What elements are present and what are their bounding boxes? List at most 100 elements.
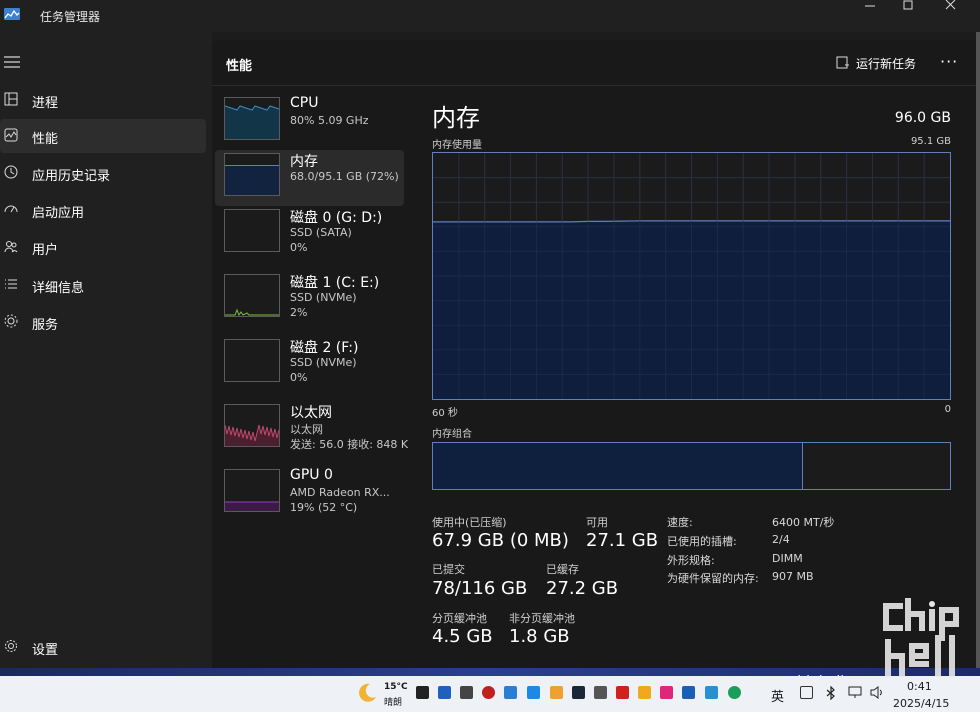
tray-shield-icon[interactable]: [638, 686, 651, 699]
device-name: 磁盘 2 (F:): [290, 340, 359, 356]
input-language[interactable]: 英: [771, 686, 784, 705]
tray-app-icon[interactable]: [682, 686, 695, 699]
form-factor-label: 外形规格:: [667, 554, 715, 567]
minimize-button[interactable]: [850, 0, 890, 12]
device-thumbnail: [224, 97, 280, 140]
device-sub2: 0%: [290, 371, 308, 384]
device-item[interactable]: 磁盘 0 (G: D:) SSD (SATA) 0%: [215, 206, 404, 262]
chart-time-left: 60 秒: [432, 408, 458, 419]
device-sub1: SSD (NVMe): [290, 356, 357, 369]
tray-app-icon[interactable]: [460, 686, 473, 699]
ime-grid-icon[interactable]: [800, 686, 813, 699]
nonpaged-pool-value: 1.8 GB: [509, 626, 570, 647]
tray-app-icon[interactable]: [527, 686, 540, 699]
device-name: CPU: [290, 95, 319, 111]
detail-title: 内存: [432, 104, 480, 132]
weather-temp: 15°C: [384, 682, 408, 692]
sidebar-item-label: 服务: [32, 318, 59, 333]
device-item[interactable]: GPU 0 AMD Radeon RX... 19% (52 °C): [215, 466, 404, 522]
available-label: 可用: [586, 516, 608, 529]
device-name: 内存: [290, 154, 318, 170]
window-title: 任务管理器: [40, 10, 101, 24]
chart-time-right: 0: [944, 404, 951, 415]
device-item[interactable]: 磁盘 2 (F:) SSD (NVMe) 0%: [215, 336, 404, 392]
device-sub2: 0%: [290, 241, 308, 254]
details-icon: [5, 279, 17, 289]
users-icon: [4, 241, 18, 253]
app-icon: [4, 8, 20, 20]
device-item[interactable]: 内存 68.0/95.1 GB (72%): [215, 150, 404, 206]
network-icon[interactable]: [848, 686, 862, 699]
sidebar-item-details[interactable]: 详细信息: [0, 268, 206, 302]
hardware-reserved-label: 为硬件保留的内存:: [667, 572, 759, 585]
cached-label: 已缓存: [546, 563, 579, 576]
more-options-button[interactable]: ···: [940, 52, 958, 71]
sidebar-item-app-history[interactable]: 应用历史记录: [0, 156, 206, 190]
composition-in-use: [433, 443, 803, 489]
device-sub1: 68.0/95.1 GB (72%): [290, 170, 399, 183]
committed-label: 已提交: [432, 563, 465, 576]
tray-security-icon[interactable]: [728, 686, 741, 699]
memory-composition-bar: [432, 442, 951, 490]
startup-icon: [4, 205, 18, 213]
run-new-task-button[interactable]: 运行新任务: [836, 54, 916, 72]
in-use-value: 67.9 GB (0 MB): [432, 530, 569, 551]
memory-usage-chart: [432, 152, 951, 400]
gear-icon: [5, 640, 17, 652]
tray-info-icon[interactable]: [438, 686, 451, 699]
processes-icon: [4, 92, 18, 106]
device-item[interactable]: CPU 80% 5.09 GHz: [215, 94, 404, 150]
tray-amd-icon[interactable]: [616, 686, 629, 699]
device-sub2: 19% (52 °C): [290, 501, 358, 514]
form-factor-value: DIMM: [772, 552, 803, 565]
usage-label: 内存使用量: [432, 140, 482, 151]
sidebar-item-users[interactable]: 用户: [0, 230, 206, 264]
available-value: 27.1 GB: [586, 530, 659, 551]
title-bar: 任务管理器: [0, 0, 980, 32]
memory-total: 96.0 GB: [894, 110, 951, 126]
sidebar-item-label: 应用历史记录: [32, 169, 111, 184]
sidebar-item-label: 用户: [32, 243, 59, 258]
services-icon: [4, 314, 18, 328]
tray-app-icon[interactable]: [705, 686, 718, 699]
sidebar-item-processes[interactable]: 进程: [0, 83, 206, 117]
device-item[interactable]: 磁盘 1 (C: E:) SSD (NVMe) 2%: [215, 271, 404, 327]
bluetooth-icon[interactable]: [825, 686, 837, 700]
tray-steam-icon[interactable]: [572, 686, 585, 699]
device-name: 磁盘 1 (C: E:): [290, 275, 380, 291]
paged-pool-label: 分页缓冲池: [432, 612, 487, 625]
close-button[interactable]: [930, 0, 970, 12]
tray-app-icon[interactable]: [416, 686, 429, 699]
sidebar-item-performance[interactable]: 性能: [0, 119, 206, 153]
clock-date: 2025/4/15: [893, 697, 950, 710]
device-thumbnail: [224, 404, 280, 447]
taskbar: 15°C 晴朗 www.chiphell.com 英 0:41 2025/4/1…: [0, 668, 980, 712]
hardware-reserved-value: 907 MB: [772, 570, 814, 583]
weather-widget[interactable]: 15°C 晴朗: [356, 682, 408, 708]
tray-app-icon[interactable]: [550, 686, 563, 699]
maximize-button[interactable]: [888, 0, 928, 12]
usage-max: 95.1 GB: [910, 136, 951, 147]
tray-app-icon[interactable]: [594, 686, 607, 699]
tray-app-icon[interactable]: [660, 686, 673, 699]
tray-app-icon[interactable]: [504, 686, 517, 699]
slots-value: 2/4: [772, 533, 790, 546]
nonpaged-pool-label: 非分页缓冲池: [509, 612, 575, 625]
app-history-icon: [4, 165, 18, 179]
device-item[interactable]: 以太网 以太网 发送: 56.0 接收: 848 K: [215, 401, 408, 457]
device-sub1: 以太网: [290, 423, 323, 436]
tray-qq-icon[interactable]: [482, 686, 495, 699]
hamburger-menu-icon[interactable]: [4, 56, 20, 68]
sidebar-item-startup[interactable]: 启动应用: [0, 193, 206, 227]
sidebar-item-label: 进程: [32, 96, 59, 111]
device-thumbnail: [224, 469, 280, 512]
volume-icon[interactable]: [870, 686, 884, 699]
device-sub2: 发送: 56.0 接收: 848 K: [290, 438, 409, 451]
main-header: 性能 运行新任务 ···: [212, 40, 976, 86]
clock-time: 0:41: [907, 680, 932, 693]
close-icon: [945, 0, 956, 10]
sidebar-item-services[interactable]: 服务: [0, 305, 206, 339]
sidebar-item-settings[interactable]: 设置: [0, 630, 206, 664]
page-title: 性能: [226, 59, 253, 74]
memory-usage-plot: [433, 153, 950, 399]
